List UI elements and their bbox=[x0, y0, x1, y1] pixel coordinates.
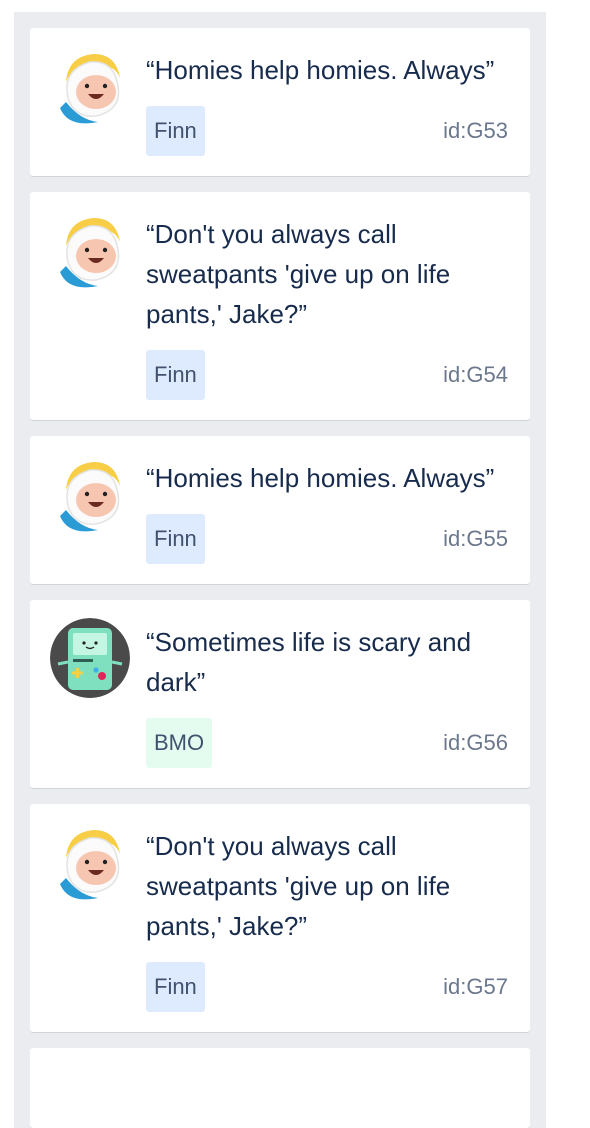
card-id: id:G53 bbox=[443, 118, 508, 143]
card-meta: BMO id:G56 bbox=[146, 718, 508, 768]
quote-text: “Don't you always call sweatpants 'give … bbox=[146, 219, 451, 329]
card-content: “Don't you always call sweatpants 'give … bbox=[146, 804, 530, 1032]
character-tag: Finn bbox=[146, 962, 205, 1012]
finn-avatar bbox=[50, 822, 130, 902]
card-meta: Finn id:G54 bbox=[146, 350, 508, 400]
quote-card[interactable]: “Don't you always call sweatpants 'give … bbox=[30, 192, 530, 420]
card-meta: Finn id:G57 bbox=[146, 962, 508, 1012]
quote-card[interactable]: “Sometimes life is scary and dark” BMO i… bbox=[30, 600, 530, 788]
character-tag: Finn bbox=[146, 106, 205, 156]
card-meta: Finn id:G53 bbox=[146, 106, 508, 156]
bmo-avatar bbox=[50, 618, 130, 698]
character-tag: BMO bbox=[146, 718, 213, 768]
quote-card[interactable]: “Don't you always call sweatpants 'give … bbox=[30, 804, 530, 1032]
board-column: “Homies help homies. Always” Finn id:G53 bbox=[14, 12, 546, 1128]
character-tag: Finn bbox=[146, 514, 205, 564]
card-content: “Don't you always call sweatpants 'give … bbox=[146, 192, 530, 420]
finn-avatar bbox=[50, 454, 130, 534]
card-id: id:G55 bbox=[443, 526, 508, 551]
card-content: “Homies help homies. Always” Finn id:G53 bbox=[146, 28, 530, 176]
card-id: id:G54 bbox=[443, 362, 508, 387]
quote-card-partial[interactable] bbox=[30, 1048, 530, 1128]
card-content: “Homies help homies. Always” Finn id:G55 bbox=[146, 436, 530, 584]
quote-card[interactable]: “Homies help homies. Always” Finn id:G53 bbox=[30, 28, 530, 176]
character-tag: Finn bbox=[146, 350, 205, 400]
card-id: id:G57 bbox=[443, 974, 508, 999]
card-list: “Homies help homies. Always” Finn id:G53 bbox=[30, 28, 530, 1128]
card-content: “Sometimes life is scary and dark” BMO i… bbox=[146, 600, 530, 788]
quote-text: “Don't you always call sweatpants 'give … bbox=[146, 831, 451, 941]
quote-text: “Homies help homies. Always” bbox=[146, 463, 495, 493]
card-id: id:G56 bbox=[443, 730, 508, 755]
quote-card[interactable]: “Homies help homies. Always” Finn id:G55 bbox=[30, 436, 530, 584]
card-meta: Finn id:G55 bbox=[146, 514, 508, 564]
finn-avatar bbox=[50, 210, 130, 290]
finn-avatar bbox=[50, 46, 130, 126]
quote-text: “Homies help homies. Always” bbox=[146, 55, 495, 85]
quote-text: “Sometimes life is scary and dark” bbox=[146, 627, 472, 697]
